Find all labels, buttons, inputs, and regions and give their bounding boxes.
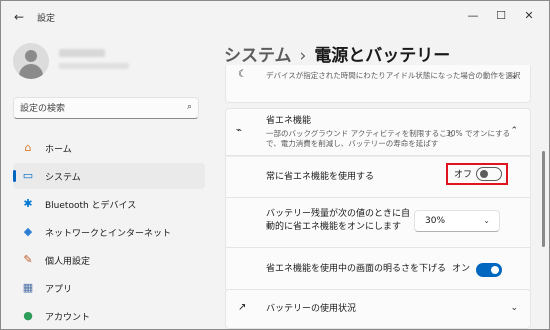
sidebar-item-label: アプリ [45,285,73,295]
breadcrumb-parent[interactable]: システム [224,46,292,66]
search-box[interactable]: ⌕ [13,97,199,119]
sidebar-item-apps[interactable]: ▦ アプリ [13,275,205,301]
energy-saver-desc-2: で、電力消費を削減し、バッテリーの寿命を延ばす [266,139,439,148]
sleep-icon: ☾ [238,69,247,80]
sidebar-item-network[interactable]: ◆ ネットワークとインターネット [13,219,205,245]
sidebar-item-system[interactable]: ▭ システム [13,163,205,189]
sidebar-item-label: アカウント [45,313,91,323]
apps-icon: ▦ [22,281,34,294]
toggle-knob [491,266,499,274]
toggle-knob [480,170,488,178]
sidebar-item-label: Bluetooth とデバイス [45,201,137,211]
chevron-down-icon[interactable]: ⌄ [510,303,518,313]
main-content: ☾ デバイスが指定された時間にわたりアイドル状態になった場合の動作を選択 ⌄ ⌁… [225,65,531,330]
sidebar-item-label: システム [45,173,81,183]
always-on-state: オフ [454,170,473,180]
idle-action-card[interactable]: ☾ デバイスが指定された時間にわたりアイドル状態になった場合の動作を選択 ⌄ [225,65,531,103]
maximize-button[interactable]: ☐ [491,7,511,25]
energy-saver-title: 省エネ機能 [266,116,312,126]
window-title: 設定 [37,14,56,24]
monitor-icon: ▭ [22,169,34,182]
sidebar-item-label: 個人用設定 [45,257,91,267]
sidebar-item-label: ホーム [45,145,72,155]
user-name-redacted [59,49,105,57]
threshold-label-2: 動的に省エネ機能をオンにします [266,222,402,232]
breadcrumb-separator-icon: › [299,46,307,66]
back-arrow-icon[interactable]: ← [11,9,27,25]
threshold-label-1: バッテリー残量が次の値のときに自 [266,209,411,219]
chevron-up-icon[interactable]: ⌃ [510,126,518,136]
battery-usage-label: バッテリーの使用状況 [266,304,357,314]
account-icon: ● [23,309,33,322]
bluetooth-icon: ✱ [23,197,33,210]
idle-action-text: デバイスが指定された時間にわたりアイドル状態になった場合の動作を選択 [266,71,521,80]
threshold-value: 30% [425,216,446,226]
chevron-down-icon: ⌄ [483,216,490,225]
chart-line-icon: ↗ [238,302,247,313]
energy-saver-status: 30% でオンにする [446,129,511,138]
dim-state: オン [452,264,471,274]
avatar-head [25,50,37,62]
scrollbar[interactable] [542,151,545,247]
setting-row-always-on: 常に省エネ機能を使用する オフ [225,156,531,198]
user-email-redacted [59,63,129,69]
dim-label: 省エネ機能を使用中の画面の明るさを下げる [266,264,447,274]
breadcrumb: システム › 電源とバッテリー [224,41,450,66]
sidebar-item-home[interactable]: ⌂ ホーム [13,135,205,161]
avatar-body [19,64,43,79]
setting-row-dim: 省エネ機能を使用中の画面の明るさを下げる オン [225,248,531,292]
title-bar: ← 設定 — ☐ ✕ [1,1,549,33]
sidebar-nav: ⌂ ホーム ▭ システム ✱ Bluetooth とデバイス ◆ ネットワークと… [13,135,205,330]
page-title: 電源とバッテリー [314,46,451,66]
always-on-label: 常に省エネ機能を使用する [266,172,375,182]
setting-row-threshold: バッテリー残量が次の値のときに自 動的に省エネ機能をオンにします 30% ⌄ [225,198,531,248]
wifi-icon: ◆ [23,225,33,238]
energy-saver-card[interactable]: ⌁ 省エネ機能 一部のバックグラウンド アクティビティを制限すること で、電力消… [225,108,531,156]
avatar[interactable] [13,43,49,79]
close-button[interactable]: ✕ [519,7,539,25]
sidebar-item-label: ネットワークとインターネット [45,229,172,239]
home-icon: ⌂ [24,141,32,154]
search-input[interactable] [20,101,180,116]
energy-saver-icon: ⌁ [236,125,243,136]
sidebar-item-bluetooth[interactable]: ✱ Bluetooth とデバイス [13,191,205,217]
battery-usage-card[interactable]: ↗ バッテリーの使用状況 ⌄ [225,289,531,329]
sidebar-item-personalization[interactable]: ✎ 個人用設定 [13,247,205,273]
settings-window: ← 設定 — ☐ ✕ ⌕ ⌂ ホーム ▭ システム ✱ Bluetooth とデ… [0,0,550,330]
always-on-toggle[interactable] [476,167,502,181]
dim-toggle[interactable] [476,263,502,277]
search-icon[interactable]: ⌕ [187,102,192,112]
threshold-dropdown[interactable]: 30% ⌄ [414,210,500,232]
minimize-button[interactable]: — [463,7,483,25]
chevron-down-icon[interactable]: ⌄ [510,71,518,81]
sidebar-item-accounts[interactable]: ● アカウント [13,303,205,329]
brush-icon: ✎ [23,253,33,266]
